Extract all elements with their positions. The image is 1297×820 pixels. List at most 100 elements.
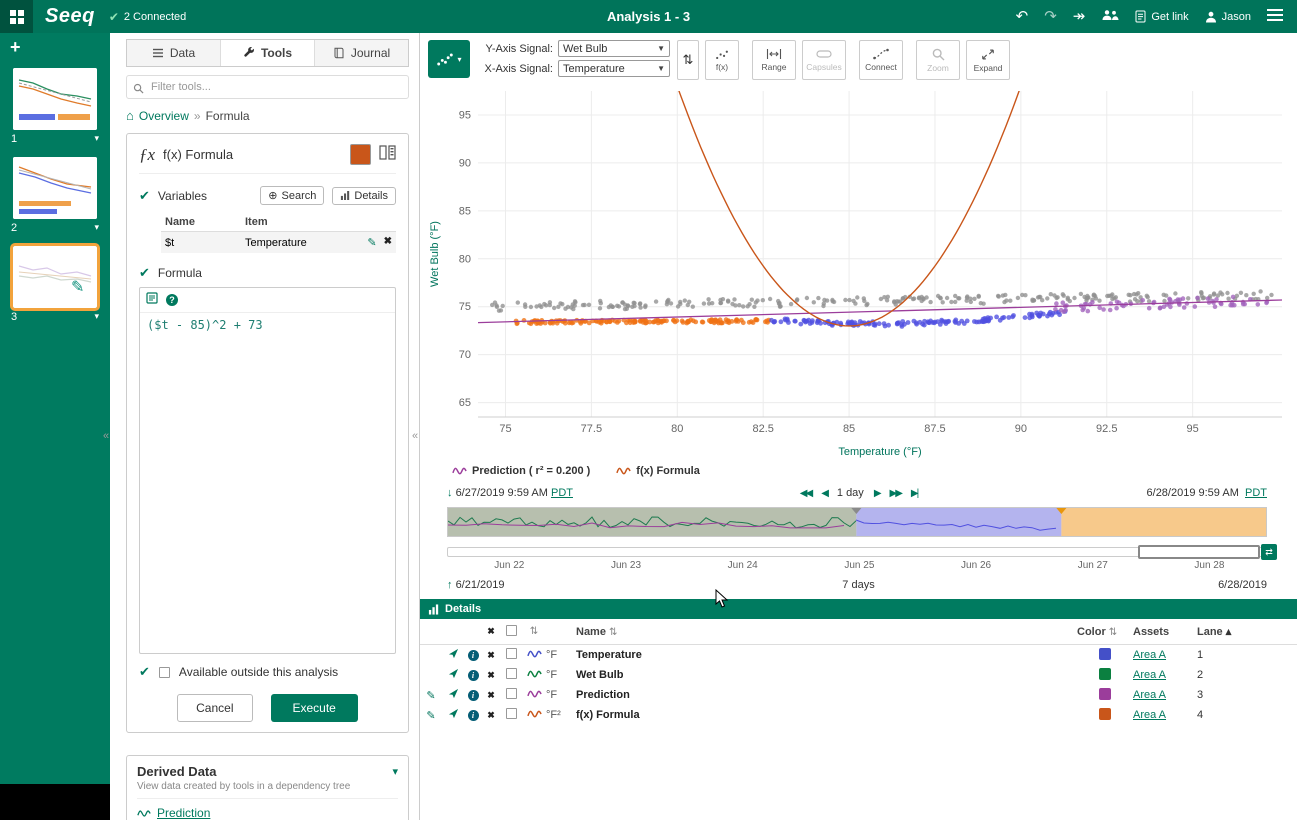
remove-icon[interactable]: ✖ xyxy=(482,650,500,661)
timezone-link[interactable]: PDT xyxy=(1245,487,1267,499)
tab-tools[interactable]: Tools xyxy=(221,40,315,66)
color-swatch[interactable] xyxy=(1077,688,1133,703)
legend-prediction[interactable]: Prediction ( r² = 0.200 ) xyxy=(452,465,590,477)
add-worksheet-button[interactable]: + xyxy=(0,33,110,56)
formula-editor[interactable]: ? ($t - 85)^2 + 73 xyxy=(139,287,396,654)
formula-text[interactable]: ($t - 85)^2 + 73 xyxy=(140,313,395,653)
connect-button[interactable]: Connect xyxy=(859,40,903,80)
forward-icon[interactable]: ↠ xyxy=(1073,9,1086,24)
x-axis-signal-select[interactable]: Temperature▼ xyxy=(558,60,670,77)
row-checkbox[interactable] xyxy=(500,708,522,722)
derived-item[interactable]: Prediction xyxy=(137,806,398,820)
zoom-button[interactable]: Zoom xyxy=(916,40,960,80)
app-grid-button[interactable] xyxy=(0,0,33,33)
chart-type-button[interactable]: ▾ xyxy=(428,40,470,78)
fit-range-button[interactable]: ⇄ xyxy=(1261,544,1277,560)
table-row[interactable]: ✎ i ✖ °F² f(x) Formula Area A 4 xyxy=(420,705,1297,725)
edit-icon[interactable]: ✎ xyxy=(420,689,442,702)
y-axis-signal-select[interactable]: Wet Bulb▼ xyxy=(558,40,670,57)
variables-details-button[interactable]: Details xyxy=(332,187,396,205)
lane-column-header[interactable]: Lane ▴ xyxy=(1197,625,1241,638)
step-back-icon[interactable]: ◀ xyxy=(821,488,827,499)
worksheet-menu-chevron[interactable]: ▾ xyxy=(94,133,99,145)
remove-icon[interactable]: ✖ xyxy=(482,710,500,721)
step-back-fast-icon[interactable]: ◀◀ xyxy=(800,488,811,499)
edit-variable-icon[interactable]: ✎ xyxy=(367,236,376,249)
send-icon[interactable] xyxy=(442,668,464,682)
capsules-button[interactable]: Capsules xyxy=(802,40,846,80)
timezone-link[interactable]: PDT xyxy=(551,487,573,499)
start-arrow-icon[interactable]: ↓ xyxy=(447,487,453,499)
remove-icon[interactable]: ✖ xyxy=(482,670,500,681)
worksheet-thumbnail-2[interactable] xyxy=(13,157,97,219)
display-end[interactable]: 6/28/2019 9:59 AM xyxy=(1147,487,1239,499)
remove-icon[interactable]: ✖ xyxy=(482,690,500,701)
info-icon[interactable]: i xyxy=(468,650,479,661)
table-row[interactable]: ✎ i ✖ °F Prediction Area A 3 xyxy=(420,685,1297,705)
send-icon[interactable] xyxy=(442,688,464,702)
delete-variable-icon[interactable]: ✖ xyxy=(384,236,392,249)
range-button[interactable]: Range xyxy=(752,40,796,80)
worksheet-menu-chevron[interactable]: ▾ xyxy=(94,222,99,234)
investigate-duration[interactable]: 7 days xyxy=(842,579,874,591)
variables-search-button[interactable]: ⊕Search xyxy=(260,186,324,205)
info-icon[interactable]: i xyxy=(468,690,479,701)
asset-link[interactable]: Area A xyxy=(1133,649,1166,661)
fx-tool-button[interactable]: f(x) xyxy=(705,40,739,80)
worksheet-thumbnail-1[interactable] xyxy=(13,68,97,130)
table-row[interactable]: ✎ i ✖ °F Temperature Area A 1 xyxy=(420,645,1297,665)
row-checkbox[interactable] xyxy=(500,648,522,662)
asset-link[interactable]: Area A xyxy=(1133,689,1166,701)
color-swatch[interactable] xyxy=(1077,668,1133,683)
formula-name-field[interactable]: f(x) Formula xyxy=(163,147,342,162)
filter-tools-input[interactable] xyxy=(126,75,409,99)
color-swatch-button[interactable] xyxy=(350,144,371,165)
redo-icon[interactable]: ↷ xyxy=(1044,9,1057,24)
slider-selection-window[interactable] xyxy=(1138,545,1259,559)
collapse-sidebar-handle[interactable]: « xyxy=(103,430,109,442)
agents-connected-status[interactable]: ✔ 2 Connected xyxy=(109,10,186,24)
asset-link[interactable]: Area A xyxy=(1133,709,1166,721)
hamburger-menu-icon[interactable] xyxy=(1267,9,1283,24)
collapse-chevron-icon[interactable]: ▾ xyxy=(392,765,398,778)
collapse-tools-handle[interactable]: « xyxy=(412,430,418,442)
asset-link[interactable]: Area A xyxy=(1133,669,1166,681)
table-row[interactable]: ✎ i ✖ °F Wet Bulb Area A 2 xyxy=(420,665,1297,685)
send-icon[interactable] xyxy=(442,708,464,722)
available-outside-checkbox[interactable] xyxy=(159,667,170,678)
home-icon[interactable]: ⌂ xyxy=(126,108,134,123)
remove-all-header[interactable]: ✖ xyxy=(482,626,500,637)
edit-icon[interactable]: ✎ xyxy=(420,709,442,722)
color-swatch[interactable] xyxy=(1077,648,1133,663)
swap-axes-button[interactable]: ⇅ xyxy=(677,40,699,80)
worksheet-thumbnail-3[interactable]: ✎ xyxy=(13,246,97,308)
color-column-header[interactable]: Color ⇅ xyxy=(1077,626,1133,638)
panel-layout-icon[interactable] xyxy=(379,145,396,165)
prediction-link[interactable]: Prediction xyxy=(157,806,210,820)
step-forward-icon[interactable]: ▶ xyxy=(874,488,880,499)
timeline-strip[interactable] xyxy=(447,507,1267,537)
expand-button[interactable]: Expand xyxy=(966,40,1010,80)
execute-button[interactable]: Execute xyxy=(271,694,358,722)
timeline-slider[interactable]: ⇄ xyxy=(447,545,1267,559)
details-header[interactable]: Details xyxy=(420,599,1297,619)
undo-icon[interactable]: ↶ xyxy=(1016,9,1029,24)
formula-doc-icon[interactable] xyxy=(146,291,158,309)
investigate-start[interactable]: 6/21/2019 xyxy=(456,579,505,591)
step-to-end-icon[interactable]: ▶| xyxy=(911,488,917,499)
tab-journal[interactable]: Journal xyxy=(315,40,408,66)
user-menu[interactable]: Jason xyxy=(1205,11,1251,23)
info-icon[interactable]: i xyxy=(468,670,479,681)
cancel-button[interactable]: Cancel xyxy=(177,694,252,722)
breadcrumb-overview-link[interactable]: Overview xyxy=(139,109,189,123)
sort-icon[interactable]: ⇅ xyxy=(522,626,546,637)
display-start[interactable]: 6/27/2019 9:59 AM xyxy=(456,487,548,499)
legend-fx-formula[interactable]: f(x) Formula xyxy=(616,465,700,477)
worksheet-menu-chevron[interactable]: ▾ xyxy=(94,311,99,323)
investigate-end[interactable]: 6/28/2019 xyxy=(1218,579,1267,591)
name-column-header[interactable]: Name ⇅ xyxy=(576,626,1077,638)
get-link-button[interactable]: Get link xyxy=(1135,10,1188,23)
row-checkbox[interactable] xyxy=(500,688,522,702)
row-checkbox[interactable] xyxy=(500,668,522,682)
step-size[interactable]: 1 day xyxy=(837,487,864,499)
